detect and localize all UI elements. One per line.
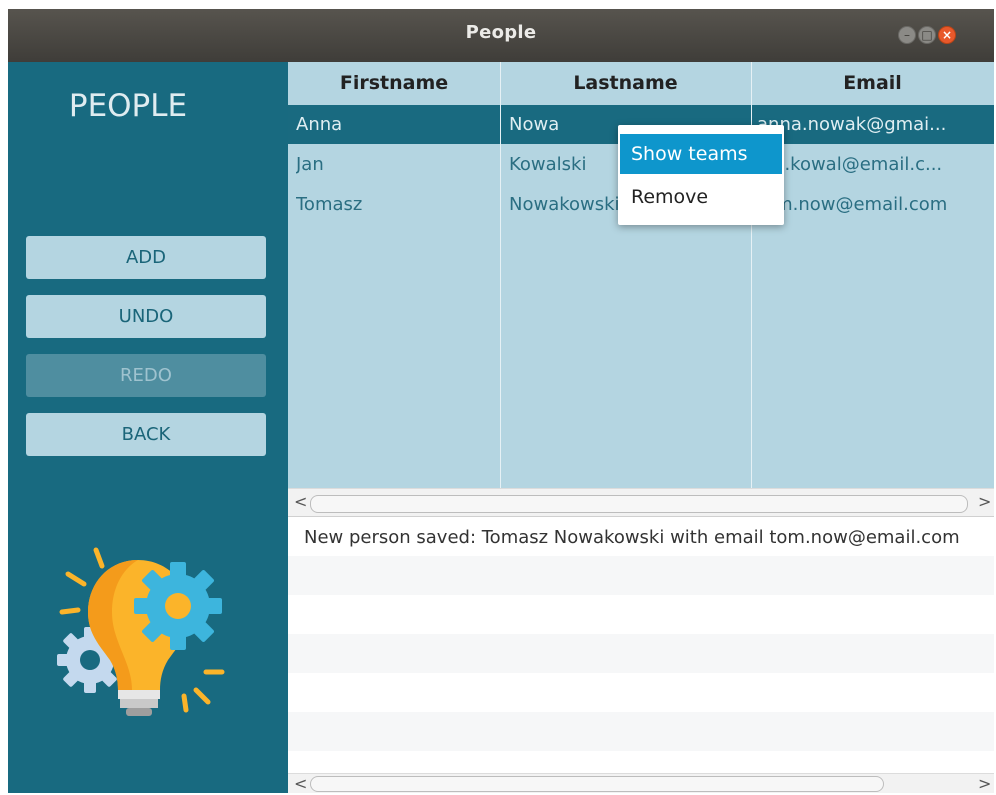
scrollbar-thumb[interactable]	[310, 776, 884, 792]
close-button[interactable]: ×	[938, 26, 956, 44]
cell-email[interactable]: anna.nowak@gmai...	[757, 114, 992, 135]
list-item	[288, 556, 994, 595]
log-horizontal-scrollbar[interactable]: < >	[288, 773, 994, 793]
scroll-left-icon[interactable]: <	[294, 492, 307, 511]
column-divider	[500, 62, 501, 488]
list-item	[288, 712, 994, 751]
column-header-firstname[interactable]: Firstname	[288, 72, 500, 94]
sidebar: PEOPLE ADD UNDO REDO BACK	[8, 62, 288, 793]
undo-button[interactable]: UNDO	[26, 295, 266, 338]
scroll-left-icon[interactable]: <	[294, 774, 307, 793]
window-title: People	[465, 22, 537, 43]
close-icon: ×	[941, 28, 953, 42]
log-list[interactable]: New person saved: Tomasz Nowakowski with…	[288, 516, 994, 774]
minimize-icon: –	[904, 28, 910, 42]
sidebar-title: PEOPLE	[68, 88, 188, 124]
title-bar[interactable]: People – □ ×	[8, 9, 994, 62]
column-header-email[interactable]: Email	[751, 72, 994, 94]
menu-item-remove[interactable]: Remove	[620, 178, 782, 216]
cell-email[interactable]: tom.now@email.com	[757, 194, 992, 215]
minimize-button[interactable]: –	[898, 26, 916, 44]
maximize-button[interactable]: □	[918, 26, 936, 44]
log-entry[interactable]: New person saved: Tomasz Nowakowski with…	[304, 527, 960, 548]
scrollbar-thumb[interactable]	[310, 495, 968, 513]
list-item	[288, 634, 994, 673]
cell-email[interactable]: jan.kowal@email.c...	[757, 154, 992, 175]
redo-button[interactable]: REDO	[26, 354, 266, 397]
context-menu: Show teams Remove	[618, 125, 784, 225]
scroll-right-icon[interactable]: >	[978, 774, 991, 793]
scroll-right-icon[interactable]: >	[978, 492, 991, 511]
cell-firstname[interactable]: Jan	[296, 154, 496, 175]
cell-firstname[interactable]: Tomasz	[296, 194, 496, 215]
back-button[interactable]: BACK	[26, 413, 266, 456]
menu-item-show-teams[interactable]: Show teams	[620, 134, 782, 174]
app-window: People – □ × PEOPLE ADD UNDO REDO BACK F…	[8, 9, 994, 793]
cell-firstname[interactable]: Anna	[296, 114, 496, 135]
table-horizontal-scrollbar[interactable]: < >	[288, 488, 994, 517]
lightbulb-gears-icon	[57, 547, 225, 716]
column-header-lastname[interactable]: Lastname	[500, 72, 751, 94]
add-button[interactable]: ADD	[26, 236, 266, 279]
maximize-icon: □	[921, 28, 933, 42]
